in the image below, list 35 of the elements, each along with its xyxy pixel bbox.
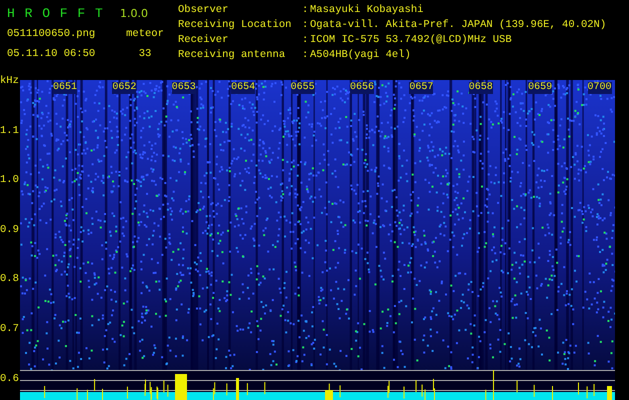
info-label: Receiver <box>178 34 230 48</box>
time-label: 0659 <box>528 82 552 94</box>
counter-label: meteor <box>125 28 165 40</box>
timestamp: 05.11.10 06:50 <box>7 48 96 60</box>
time-label: 0653 <box>172 82 196 94</box>
info-separator: : <box>302 4 310 18</box>
axis-label: 0.6 <box>0 372 20 386</box>
time-label: 0656 <box>350 82 374 94</box>
time-label: 0654 <box>231 82 256 94</box>
info-value: A504HB(yagi 4el) <box>310 49 412 63</box>
info-value: ICOM IC-575 53.7492(@LCD)MHz USB <box>310 34 513 48</box>
info-label: Observer <box>178 4 230 18</box>
info-value: Ogata-vill. Akita-Pref. JAPAN (139.96E, 40.02N) <box>310 19 606 33</box>
axis-label: 1.0 <box>0 173 20 188</box>
axis-label: 0.9 <box>0 222 20 237</box>
axis-label: 0.7 <box>0 322 20 336</box>
info-label: Receiving antenna <box>178 49 286 63</box>
info-separator: : <box>302 49 310 63</box>
info-separator: : <box>302 19 310 33</box>
time-label: 0651 <box>53 82 78 94</box>
time-label: 0657 <box>409 82 434 94</box>
time-label: 0655 <box>290 82 315 94</box>
info-label: Receiving Location <box>178 19 292 33</box>
time-label: 0652 <box>112 82 136 94</box>
version-label: 1.0.0 <box>120 7 148 21</box>
time-label: 0658 <box>468 82 493 94</box>
counter-value: 33 <box>138 48 152 60</box>
axis-label: 0.8 <box>0 272 20 286</box>
info-value: Masayuki Kobayashi <box>310 4 424 18</box>
file-name: 0511100650.png <box>7 28 96 40</box>
axis-label: 1.1 <box>0 124 20 138</box>
info-separator: : <box>302 34 310 48</box>
time-label: 0700 <box>588 82 612 94</box>
app-title: H R O F F T <box>7 6 104 22</box>
axis-unit: kHz <box>0 74 20 88</box>
